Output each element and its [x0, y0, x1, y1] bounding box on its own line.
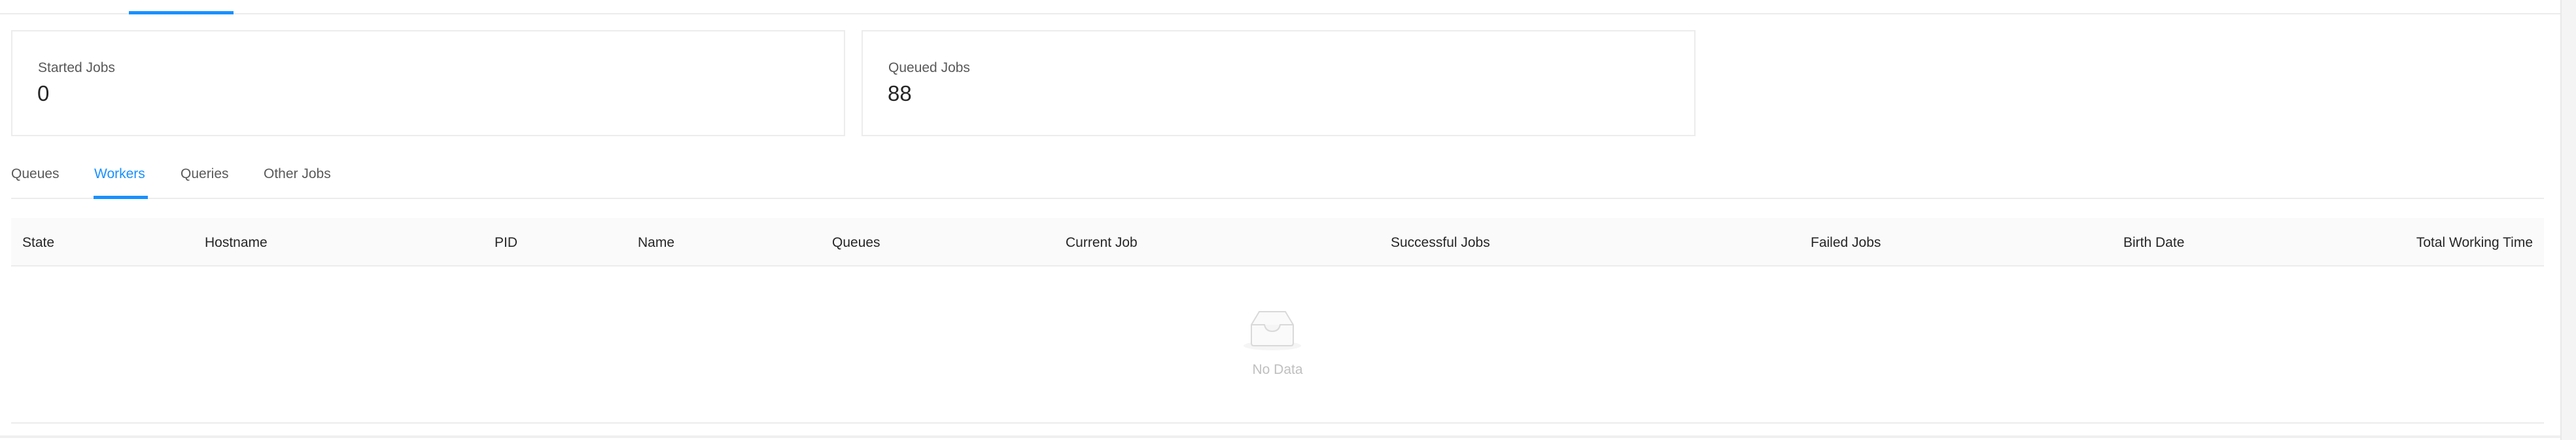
column-header-state[interactable]: State [22, 235, 54, 251]
column-header-queues[interactable]: Queues [832, 235, 880, 251]
started-jobs-value: 0 [37, 81, 50, 105]
column-header-current-job[interactable]: Current Job [1066, 235, 1138, 251]
table-header: State Hostname PID Name Queues Current J… [11, 218, 2544, 266]
tab-workers[interactable]: Workers [94, 166, 145, 182]
bottom-divider [0, 435, 2560, 438]
page: Started Jobs 0 Queued Jobs 88 Queues Wor… [0, 0, 2576, 440]
column-header-birth-date[interactable]: Birth Date [2123, 235, 2184, 251]
column-header-failed-jobs[interactable]: Failed Jobs [1811, 235, 1881, 251]
tab-other-jobs[interactable]: Other Jobs [264, 166, 331, 182]
queued-jobs-value: 88 [888, 81, 912, 105]
table-body: No Data [11, 266, 2544, 424]
scrollbar-track[interactable] [2560, 0, 2576, 440]
tab-bar: Queues Workers Queries Other Jobs [11, 158, 2544, 199]
queued-jobs-label: Queued Jobs [888, 60, 970, 75]
top-tab-strip [0, 0, 2560, 14]
column-header-successful-jobs[interactable]: Successful Jobs [1391, 235, 1490, 251]
started-jobs-label: Started Jobs [38, 60, 115, 75]
column-header-pid[interactable]: PID [495, 235, 517, 251]
tab-queries[interactable]: Queries [181, 166, 229, 182]
column-header-name[interactable]: Name [638, 235, 674, 251]
started-jobs-card: Started Jobs 0 [11, 30, 845, 136]
top-tab-ink-bar [129, 11, 234, 14]
queued-jobs-card: Queued Jobs 88 [862, 30, 1696, 136]
empty-state-text: No Data [1252, 362, 1303, 377]
empty-inbox-icon [1244, 311, 1301, 350]
tab-ink-bar [94, 196, 148, 199]
column-header-total-working-time[interactable]: Total Working Time [2416, 235, 2533, 251]
tab-queues[interactable]: Queues [11, 166, 60, 182]
column-header-hostname[interactable]: Hostname [205, 235, 268, 251]
